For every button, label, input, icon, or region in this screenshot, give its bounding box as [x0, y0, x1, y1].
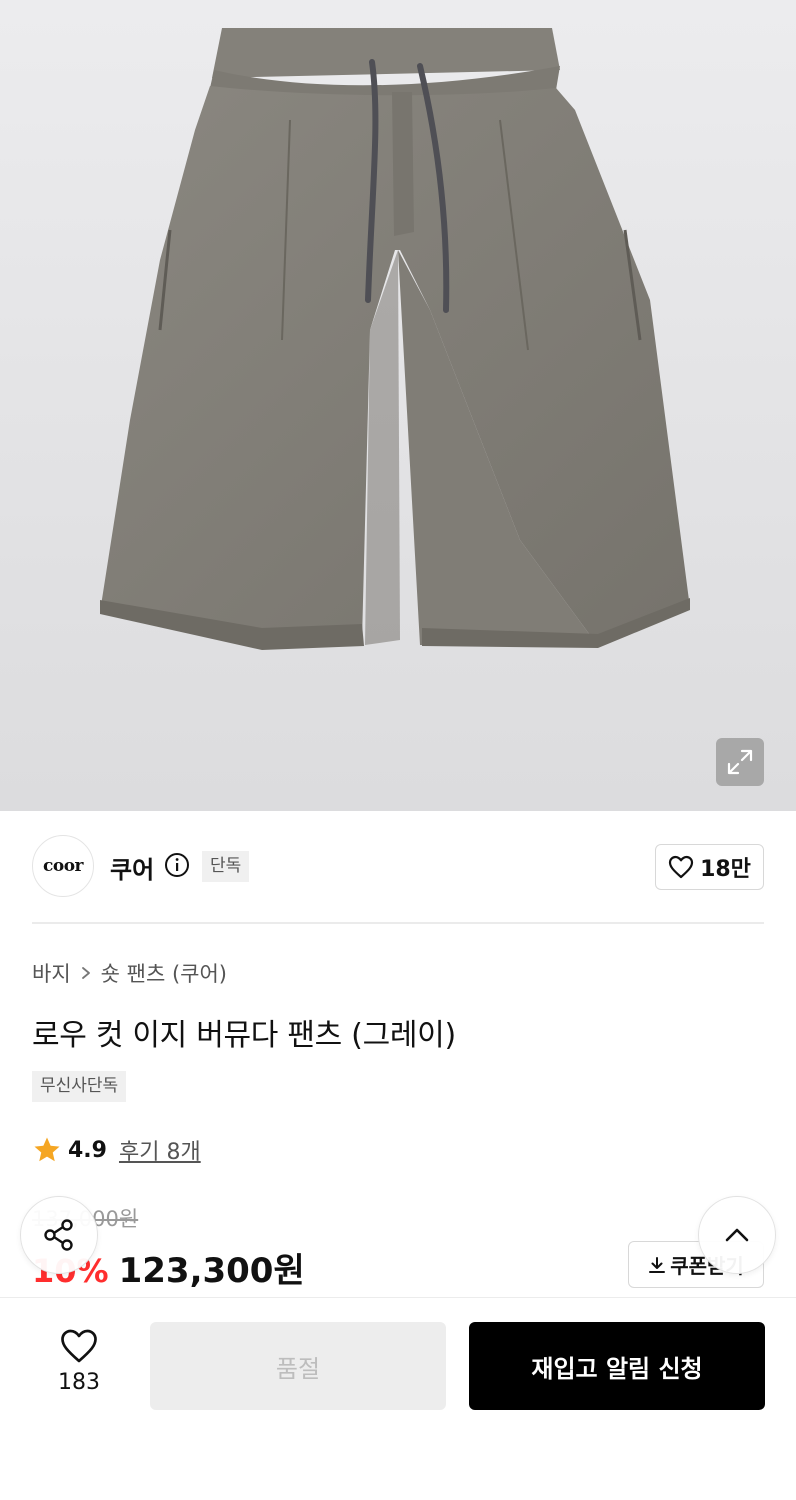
brand-logo[interactable]: coor — [32, 835, 94, 897]
share-icon — [44, 1219, 73, 1251]
brand-like-count: 18만 — [700, 857, 751, 882]
divider — [32, 922, 764, 924]
chevron-right-icon — [81, 967, 90, 979]
product-image[interactable] — [0, 0, 796, 811]
final-price: 123,300원 — [118, 1251, 305, 1291]
soldout-button: 품절 — [150, 1322, 446, 1410]
info-icon[interactable] — [164, 852, 190, 878]
shorts-illustration — [100, 28, 690, 650]
breadcrumb-category[interactable]: 바지 — [32, 958, 71, 988]
share-button[interactable] — [20, 1196, 98, 1274]
heart-icon — [668, 855, 694, 879]
breadcrumb: 바지 숏 팬츠 (쿠어) — [32, 958, 227, 988]
product-title: 로우 컷 이지 버뮤다 팬츠 (그레이) — [32, 1018, 456, 1053]
bottom-action-bar: 183 품절 재입고 알림 신청 — [0, 1297, 796, 1500]
exclusive-badge: 무신사단독 — [32, 1071, 127, 1102]
rating: 4.9 후기 8개 — [32, 1134, 201, 1166]
wishlist-button[interactable]: 183 — [40, 1328, 118, 1398]
scroll-top-button[interactable] — [698, 1196, 776, 1274]
expand-icon — [727, 749, 753, 775]
chevron-up-icon — [725, 1228, 749, 1242]
star-icon — [34, 1137, 60, 1162]
wishlist-count: 183 — [58, 1370, 100, 1395]
expand-image-button[interactable] — [716, 738, 764, 786]
reviews-link[interactable]: 후기 8개 — [119, 1134, 201, 1166]
brand-row: coor 쿠어 단독 18만 — [32, 835, 764, 899]
download-icon — [649, 1256, 666, 1273]
restock-alert-button[interactable]: 재입고 알림 신청 — [469, 1322, 765, 1410]
heart-icon — [61, 1329, 97, 1363]
brand-like-button[interactable]: 18만 — [655, 844, 764, 890]
breadcrumb-subcategory[interactable]: 숏 팬츠 (쿠어) — [101, 958, 227, 988]
brand-name[interactable]: 쿠어 — [110, 850, 154, 885]
rating-score: 4.9 — [68, 1137, 107, 1163]
brand-exclusive-badge: 단독 — [202, 851, 250, 882]
